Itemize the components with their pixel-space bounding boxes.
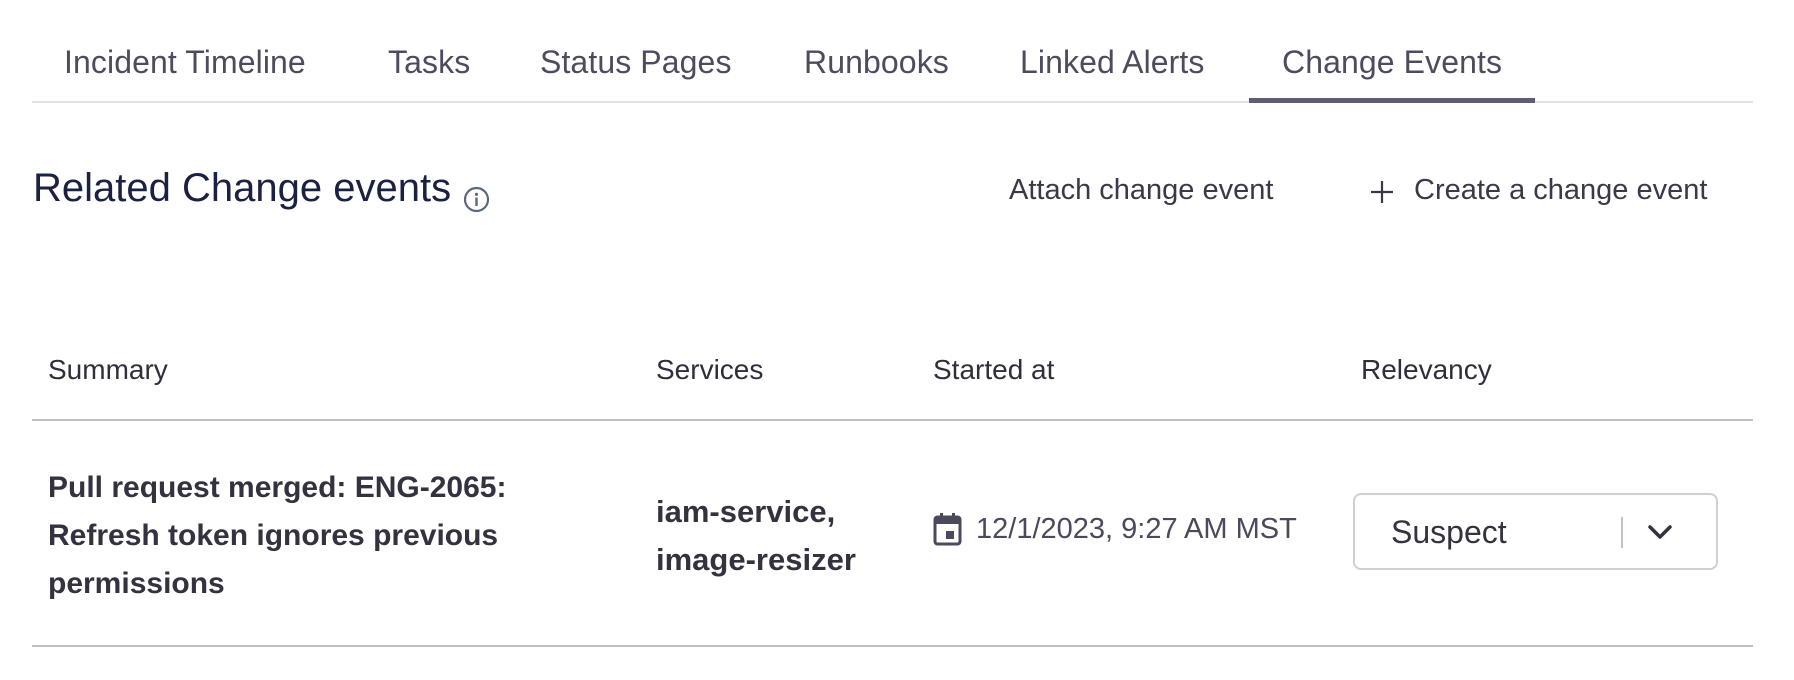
service-name[interactable]: iam-service, [656,488,896,536]
info-circle-icon[interactable] [463,178,490,213]
section-title: Related Change events [33,166,452,210]
section-heading: Related Change events [33,166,490,213]
tab-incident-timeline[interactable]: Incident Timeline [64,44,306,101]
tab-change-events[interactable]: Change Events [1248,44,1536,103]
plus-icon [1370,179,1394,203]
attach-change-event-label: Attach change event [1009,174,1274,206]
column-header-started-at[interactable]: Started at [933,354,1054,386]
tab-runbooks[interactable]: Runbooks [804,44,949,101]
relevancy-select[interactable]: Suspect [1353,493,1718,570]
table-row: Pull request merged: ENG-2065: Refresh t… [32,421,1753,647]
column-header-relevancy[interactable]: Relevancy [1361,354,1492,386]
tab-bar: Incident Timeline Tasks Status Pages Run… [32,0,1753,103]
table-header: Summary Services Started at Relevancy [32,340,1753,421]
row-services: iam-service, image-resizer [656,488,896,584]
row-summary[interactable]: Pull request merged: ENG-2065: Refresh t… [48,464,608,608]
tab-tasks[interactable]: Tasks [388,44,470,101]
tab-status-pages[interactable]: Status Pages [540,44,732,101]
relevancy-value: Suspect [1391,514,1507,550]
row-started-at: 12/1/2023, 9:27 AM MST [933,512,1297,546]
create-change-event-button[interactable]: Create a change event [1370,174,1707,207]
started-at-value: 12/1/2023, 9:27 AM MST [976,512,1297,545]
tab-linked-alerts[interactable]: Linked Alerts [1020,44,1205,101]
column-header-services[interactable]: Services [656,354,763,386]
service-name[interactable]: image-resizer [656,536,896,584]
calendar-icon [933,512,962,546]
attach-change-event-button[interactable]: Attach change event [1009,174,1273,207]
chevron-down-icon[interactable] [1645,519,1675,545]
column-header-summary[interactable]: Summary [48,354,168,386]
create-change-event-label: Create a change event [1414,174,1708,206]
select-separator [1621,517,1623,548]
